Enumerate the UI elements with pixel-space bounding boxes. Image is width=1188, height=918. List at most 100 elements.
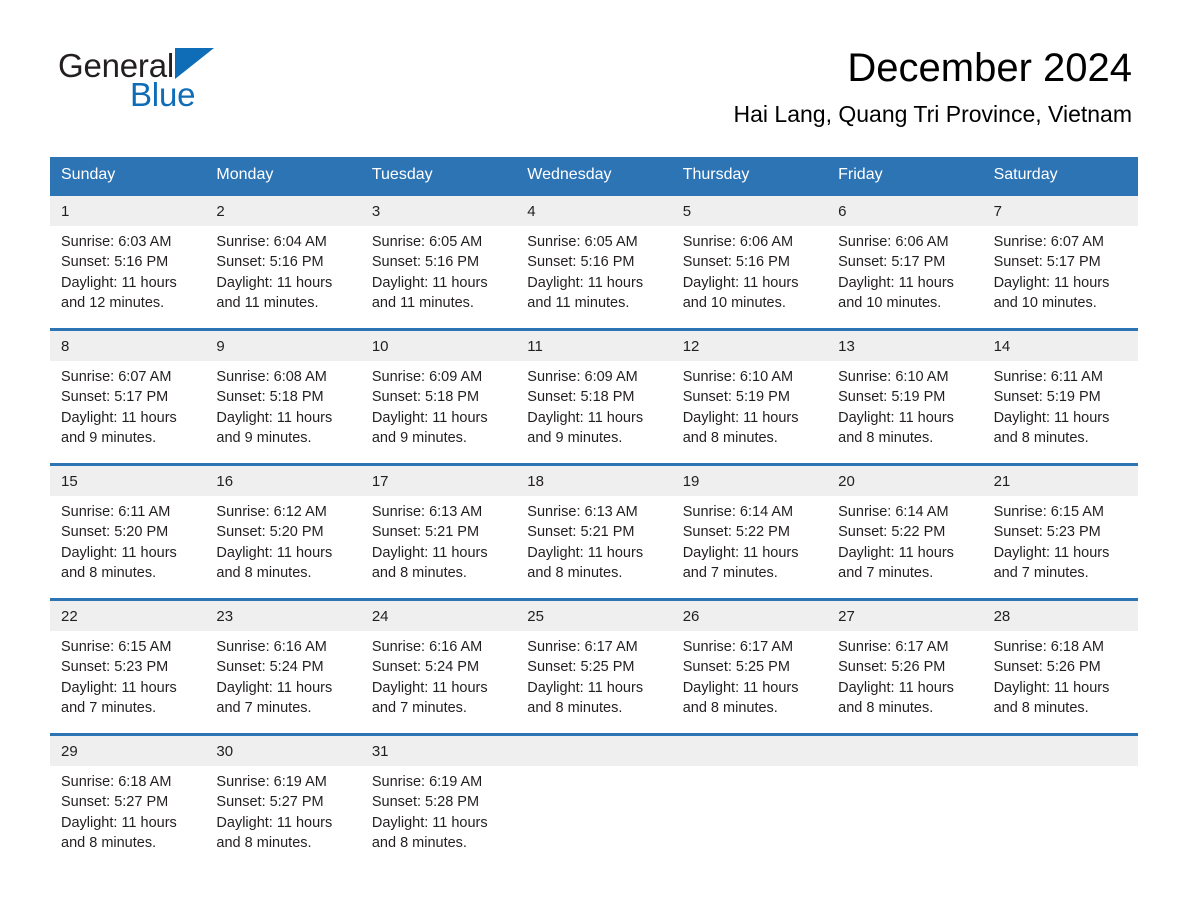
daylight-text-line1: Daylight: 11 hours — [993, 274, 1110, 291]
day-number: 9 — [205, 331, 361, 361]
daylight-text-line2: and 7 minutes. — [371, 699, 467, 716]
day-cell[interactable]: 11 Sunrise: 6:09 AM Sunset: 5:18 PM Dayligh… — [516, 331, 672, 463]
sunrise-text: Sunrise: 6:07 AM — [993, 234, 1104, 250]
day-cell[interactable]: 1 Sunrise: 6:03 AM Sunset: 5:16 PM Daylight… — [50, 196, 206, 328]
sunrise-text: Sunrise: 6:18 AM — [61, 774, 172, 790]
sunset-text: Sunset: 5:25 PM — [527, 659, 635, 676]
day-details — [672, 766, 827, 772]
daylight-text-line1: Daylight: 11 hours — [216, 544, 333, 561]
day-cell[interactable]: 6 Sunrise: 6:06 AM Sunset: 5:17 PM Daylight… — [827, 196, 983, 328]
day-cell[interactable]: 22 Sunrise: 6:15 AM Sunset: 5:23 PM Dayligh… — [50, 601, 206, 733]
day-details: Sunrise: 6:14 AM Sunset: 5:22 PM Daylight:… — [672, 496, 827, 583]
sunrise-text: Sunrise: 6:05 AM — [527, 234, 638, 250]
calendar-grid: Sunday Monday Tuesday Wednesday Thursday… — [50, 157, 1138, 868]
sunset-text: Sunset: 5:21 PM — [527, 524, 635, 541]
day-number: 16 — [205, 466, 361, 496]
day-cell[interactable]: 29 Sunrise: 6:18 AM Sunset: 5:27 PM Dayligh… — [50, 736, 206, 868]
daylight-text-line1: Daylight: 11 hours — [838, 274, 954, 291]
daylight-text-line1: Daylight: 11 hours — [682, 409, 799, 426]
day-cell[interactable]: 2 Sunrise: 6:04 AM Sunset: 5:16 PM Daylight… — [205, 196, 361, 328]
day-number: 2 — [205, 196, 361, 226]
daylight-text-line2: and 8 minutes. — [838, 429, 934, 446]
daylight-text-line2: and 9 minutes. — [371, 429, 467, 446]
day-details — [516, 766, 671, 772]
day-cell[interactable]: 13 Sunrise: 6:10 AM Sunset: 5:19 PM Dayligh… — [827, 331, 983, 463]
daylight-text-line2: and 8 minutes. — [216, 564, 312, 581]
daylight-text-line2: and 7 minutes. — [216, 699, 312, 716]
day-cell[interactable]: 14 Sunrise: 6:11 AM Sunset: 5:19 PM Dayligh… — [982, 331, 1138, 463]
day-cell[interactable]: 21 Sunrise: 6:15 AM Sunset: 5:23 PM Dayligh… — [982, 466, 1138, 598]
sunrise-text: Sunrise: 6:04 AM — [216, 234, 327, 250]
day-cell[interactable]: 17 Sunrise: 6:13 AM Sunset: 5:21 PM Dayligh… — [360, 466, 517, 598]
sunrise-text: Sunrise: 6:10 AM — [682, 369, 794, 385]
calendar-week-row: 29 Sunrise: 6:18 AM Sunset: 5:27 PM Dayligh… — [50, 733, 1138, 868]
day-cell[interactable]: 31 Sunrise: 6:19 AM Sunset: 5:28 PM Dayligh… — [360, 736, 517, 868]
day-cell[interactable]: 28 Sunrise: 6:18 AM Sunset: 5:26 PM Dayligh… — [982, 601, 1138, 733]
sunrise-text: Sunrise: 6:18 AM — [993, 639, 1104, 655]
sunset-text: Sunset: 5:19 PM — [838, 389, 946, 406]
sunset-text: Sunset: 5:26 PM — [838, 659, 946, 676]
day-number: 29 — [50, 736, 206, 766]
day-details: Sunrise: 6:11 AM Sunset: 5:19 PM Daylight:… — [983, 361, 1138, 448]
daylight-text-line2: and 10 minutes. — [993, 294, 1097, 311]
day-number: 19 — [671, 466, 828, 496]
day-number: 12 — [671, 331, 828, 361]
sunrise-text: Sunrise: 6:09 AM — [371, 369, 483, 385]
day-number: 31 — [360, 736, 517, 766]
daylight-text-line1: Daylight: 11 hours — [371, 814, 488, 831]
day-number: 6 — [827, 196, 983, 226]
day-cell[interactable]: 26 Sunrise: 6:17 AM Sunset: 5:25 PM Dayligh… — [671, 601, 828, 733]
day-cell[interactable]: 8 Sunrise: 6:07 AM Sunset: 5:17 PM Daylight… — [50, 331, 206, 463]
day-cell[interactable]: 27 Sunrise: 6:17 AM Sunset: 5:26 PM Dayligh… — [827, 601, 983, 733]
sunrise-text: Sunrise: 6:06 AM — [838, 234, 949, 250]
sunset-text: Sunset: 5:16 PM — [371, 254, 480, 271]
sunset-text: Sunset: 5:23 PM — [993, 524, 1101, 541]
day-cell[interactable]: 7 Sunrise: 6:07 AM Sunset: 5:17 PM Daylight… — [982, 196, 1138, 328]
day-cell[interactable]: 4 Sunrise: 6:05 AM Sunset: 5:16 PM Daylight… — [516, 196, 672, 328]
day-details: Sunrise: 6:16 AM Sunset: 5:24 PM Daylight:… — [205, 631, 360, 718]
day-details: Sunrise: 6:18 AM Sunset: 5:27 PM Daylight:… — [50, 766, 205, 853]
weekday-monday: Monday — [216, 166, 274, 183]
sunrise-text: Sunrise: 6:03 AM — [61, 234, 172, 250]
day-details — [983, 766, 1138, 772]
day-details: Sunrise: 6:09 AM Sunset: 5:18 PM Daylight:… — [516, 361, 671, 448]
day-cell[interactable]: 24 Sunrise: 6:16 AM Sunset: 5:24 PM Dayligh… — [360, 601, 517, 733]
day-details: Sunrise: 6:09 AM Sunset: 5:18 PM Daylight:… — [361, 361, 516, 448]
day-cell[interactable]: 16 Sunrise: 6:12 AM Sunset: 5:20 PM Dayligh… — [205, 466, 361, 598]
sunrise-text: Sunrise: 6:07 AM — [61, 369, 172, 385]
day-cell[interactable]: 30 Sunrise: 6:19 AM Sunset: 5:27 PM Dayligh… — [205, 736, 361, 868]
day-number: 18 — [516, 466, 672, 496]
day-cell[interactable]: 18 Sunrise: 6:13 AM Sunset: 5:21 PM Dayligh… — [516, 466, 672, 598]
day-details: Sunrise: 6:15 AM Sunset: 5:23 PM Daylight:… — [50, 631, 205, 718]
sunset-text: Sunset: 5:18 PM — [216, 389, 324, 406]
day-cell[interactable]: 15 Sunrise: 6:11 AM Sunset: 5:20 PM Dayligh… — [50, 466, 206, 598]
day-cell[interactable]: 20 Sunrise: 6:14 AM Sunset: 5:22 PM Dayligh… — [827, 466, 983, 598]
sunrise-text: Sunrise: 6:12 AM — [216, 504, 327, 520]
day-details: Sunrise: 6:06 AM Sunset: 5:17 PM Daylight:… — [827, 226, 982, 313]
day-cell[interactable]: 3 Sunrise: 6:05 AM Sunset: 5:16 PM Daylight… — [360, 196, 517, 328]
sunset-text: Sunset: 5:16 PM — [216, 254, 324, 271]
day-cell[interactable]: 5 Sunrise: 6:06 AM Sunset: 5:16 PM Daylight… — [671, 196, 828, 328]
day-details: Sunrise: 6:07 AM Sunset: 5:17 PM Daylight:… — [983, 226, 1138, 313]
day-details: Sunrise: 6:10 AM Sunset: 5:19 PM Daylight:… — [672, 361, 827, 448]
day-cell[interactable]: 19 Sunrise: 6:14 AM Sunset: 5:22 PM Dayligh… — [671, 466, 828, 598]
sunrise-text: Sunrise: 6:10 AM — [838, 369, 949, 385]
daylight-text-line1: Daylight: 11 hours — [682, 274, 799, 291]
day-details: Sunrise: 6:13 AM Sunset: 5:21 PM Daylight:… — [361, 496, 516, 583]
daylight-text-line1: Daylight: 11 hours — [682, 679, 799, 696]
day-details: Sunrise: 6:14 AM Sunset: 5:22 PM Daylight:… — [827, 496, 982, 583]
daylight-text-line2: and 7 minutes. — [838, 564, 934, 581]
calendar-page: General Blue December 2024 Hai Lang, Qua… — [0, 0, 1188, 918]
sunset-text: Sunset: 5:28 PM — [371, 794, 480, 811]
day-number — [516, 736, 672, 766]
daylight-text-line1: Daylight: 11 hours — [61, 814, 177, 831]
day-number: 11 — [516, 331, 672, 361]
daylight-text-line2: and 8 minutes. — [371, 834, 467, 851]
day-cell[interactable]: 9 Sunrise: 6:08 AM Sunset: 5:18 PM Daylight… — [205, 331, 361, 463]
day-cell[interactable]: 12 Sunrise: 6:10 AM Sunset: 5:19 PM Dayligh… — [671, 331, 828, 463]
sunrise-text: Sunrise: 6:14 AM — [682, 504, 794, 520]
daylight-text-line1: Daylight: 11 hours — [527, 679, 644, 696]
day-cell[interactable]: 25 Sunrise: 6:17 AM Sunset: 5:25 PM Dayligh… — [516, 601, 672, 733]
day-cell[interactable]: 23 Sunrise: 6:16 AM Sunset: 5:24 PM Dayligh… — [205, 601, 361, 733]
day-cell[interactable]: 10 Sunrise: 6:09 AM Sunset: 5:18 PM Dayligh… — [360, 331, 517, 463]
